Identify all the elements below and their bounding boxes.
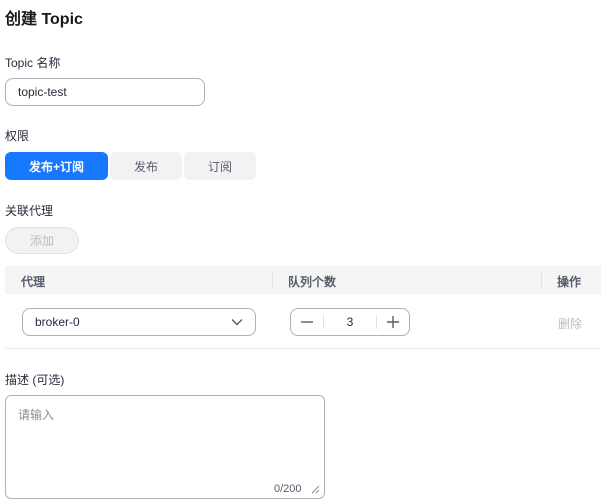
description-textarea[interactable]: 请输入 0/200 [5,395,325,499]
decrement-button[interactable] [291,309,323,335]
chevron-down-icon [231,318,243,326]
column-header-action: 操作 [557,275,582,289]
column-separator [272,272,273,288]
delete-broker-button[interactable]: 删除 [558,315,582,332]
queue-count-stepper[interactable]: 3 [290,308,410,336]
resize-handle-icon[interactable] [311,485,320,494]
brokers-label: 关联代理 [5,204,54,218]
description-char-counter: 0/200 [274,483,302,495]
queue-count-value[interactable]: 3 [323,315,377,329]
increment-button[interactable] [377,309,409,335]
add-broker-button[interactable]: 添加 [5,227,79,254]
description-label: 描述 (可选) [5,373,65,387]
topic-name-input[interactable]: topic-test [5,78,205,106]
broker-select[interactable]: broker-0 [22,308,256,336]
permission-option-publish-subscribe[interactable]: 发布+订阅 [5,152,108,180]
topic-name-label: Topic 名称 [5,56,61,70]
column-separator [541,272,542,288]
broker-table-header: 代理 队列个数 操作 [5,266,601,294]
column-header-broker: 代理 [21,275,46,289]
plus-icon [387,316,399,328]
page-title: 创建 Topic [5,11,83,28]
column-header-queue-count: 队列个数 [288,275,337,289]
table-row-divider [5,348,601,349]
permission-option-subscribe[interactable]: 订阅 [184,152,256,180]
broker-select-value: broker-0 [35,315,80,329]
description-placeholder: 请输入 [18,408,55,422]
permission-option-publish[interactable]: 发布 [110,152,182,180]
minus-icon [301,316,313,328]
permission-label: 权限 [5,129,30,143]
topic-name-value: topic-test [18,85,67,99]
